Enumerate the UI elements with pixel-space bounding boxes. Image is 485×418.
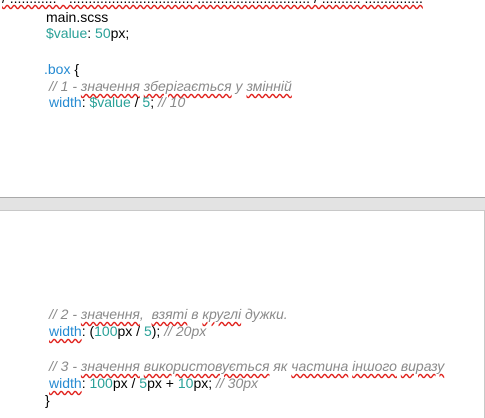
comment-line-2: // 2 - значення, взяті в круглі дужки.	[49, 305, 288, 323]
inline-comment: // 10	[154, 94, 186, 110]
closing-brace: }	[45, 392, 50, 408]
inline-comment: // 20px	[160, 323, 207, 339]
class-selector: .box	[44, 61, 71, 77]
comment-word: значення	[80, 78, 140, 94]
comment-prefix: // 1 -	[49, 78, 81, 94]
unit-text: px	[147, 375, 162, 391]
comment-text: як	[269, 358, 292, 374]
open-brace-text: {	[70, 61, 80, 77]
document-page-top: / ............ - .......................…	[0, 0, 485, 197]
colon-text: :	[87, 25, 96, 41]
semicolon-text: ;	[125, 25, 130, 41]
number-value: 5	[143, 323, 152, 339]
comment-prefix: // 3 -	[49, 358, 81, 374]
unit-text: px	[117, 323, 133, 339]
operator-text: /	[132, 323, 144, 339]
variable-reference: $value	[89, 94, 131, 110]
comment-word: змінній	[246, 78, 292, 94]
number-value: 5	[139, 375, 148, 391]
unit-text: px	[193, 375, 209, 391]
number-value: 10	[177, 375, 194, 391]
comment-text: дужки.	[241, 306, 288, 322]
variable-declaration-line: $value: 50px;	[46, 24, 129, 42]
selector-line: .box {	[44, 60, 79, 78]
colon-text: : (	[81, 323, 95, 339]
operator-text: +	[161, 375, 178, 391]
property-name: width	[49, 323, 82, 339]
comment-text: в	[187, 306, 203, 322]
width-line-3: width: 100px / 5px + 10px; // 30px	[49, 374, 258, 392]
property-name: width	[49, 375, 82, 391]
inline-comment: // 30px	[212, 375, 259, 391]
width-line-2: width: (100px / 5); // 20px	[49, 322, 206, 340]
comment-prefix: // 2 -	[49, 306, 81, 322]
number-value: 50	[95, 25, 111, 41]
width-line-1: width: $value / 5; // 10	[49, 93, 185, 111]
comment-word: зберігається	[143, 78, 232, 94]
comment-text: у	[231, 78, 247, 94]
comment-word: значення	[80, 306, 140, 322]
comment-word: взяті	[151, 306, 188, 322]
comment-word: використовується	[143, 358, 270, 374]
comment-text: ,	[139, 306, 152, 322]
comment-word: іншого	[352, 358, 397, 374]
operator-text: /	[127, 375, 140, 391]
comment-line-3: // 3 - значення використовується як част…	[49, 357, 444, 375]
comment-word: круглі	[202, 306, 242, 322]
unit-text: px	[110, 25, 126, 41]
document-page-bottom: // 2 - значення, взяті в круглі дужки. w…	[0, 211, 485, 418]
number-value: 100	[94, 323, 118, 339]
property-name: width	[49, 94, 82, 110]
page-break-divider	[0, 197, 485, 211]
variable-name: $value	[46, 25, 88, 41]
comment-word: частина	[291, 358, 349, 374]
number-value: 100	[89, 375, 113, 391]
comment-word: значення	[80, 358, 140, 374]
clipped-text-line: / ............ - .......................…	[2, 0, 423, 7]
comment-word: виразу	[400, 358, 445, 374]
unit-text: px	[112, 375, 128, 391]
operator-text: /	[130, 94, 143, 110]
